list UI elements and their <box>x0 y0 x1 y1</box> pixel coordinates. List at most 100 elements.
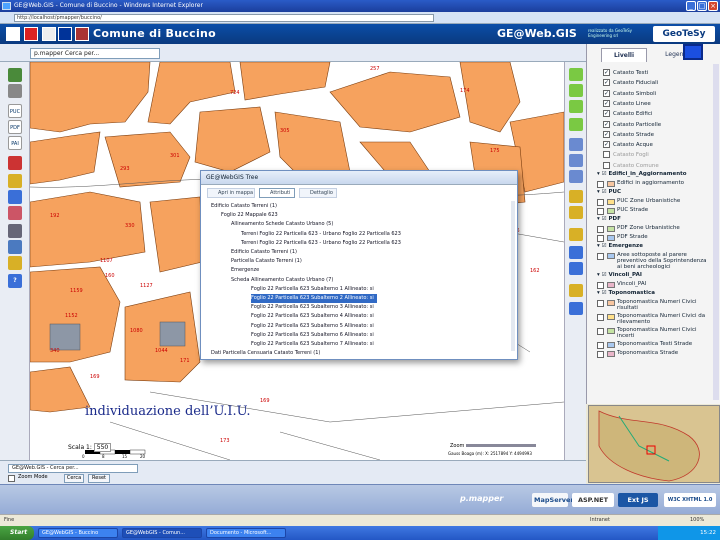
cerca-button[interactable]: Cerca <box>64 474 84 483</box>
open-in-map-button[interactable]: Apri in mappa <box>207 188 255 198</box>
taskbar-item[interactable]: GE@WebGIS - Buccino <box>38 528 118 538</box>
search-icon[interactable] <box>8 256 22 270</box>
layer-item[interactable]: ✓ Catasto Testi <box>603 68 648 78</box>
pan-icon[interactable] <box>569 170 583 183</box>
dialog-scrollbar[interactable] <box>511 201 515 351</box>
pai-icon[interactable]: PAI <box>8 136 22 150</box>
table-icon[interactable] <box>8 224 22 238</box>
tree-node[interactable]: Foglio 22 Particella 623 Subalterno 2 Al… <box>251 294 377 303</box>
tree-node[interactable]: Emergenze <box>231 266 259 275</box>
overview-map[interactable] <box>588 405 720 483</box>
reset-button[interactable]: Reset <box>88 474 110 483</box>
edit-icon[interactable] <box>569 302 583 315</box>
layer-item[interactable]: ✓ Catasto Acque <box>603 140 653 150</box>
draw-icon[interactable] <box>8 206 22 220</box>
minimize-icon[interactable]: _ <box>686 1 696 11</box>
tree-node[interactable]: Foglio 22 Particella 623 Subalterno 7 Al… <box>251 340 374 349</box>
layer-item[interactable]: PUC Strade <box>597 207 707 217</box>
tree-node[interactable]: Dati Particella Censuaria Catasto Terren… <box>211 349 320 358</box>
layer-item[interactable]: Toponomastica Numeri Civici risultati <box>597 299 707 311</box>
tree-node[interactable]: Foglio 22 Particella 623 Subalterno 3 Al… <box>251 303 374 312</box>
search-select[interactable]: GE@Web.GIS - Cerca per... <box>8 464 138 473</box>
tab-livelli[interactable]: Livelli <box>601 48 647 62</box>
area-icon[interactable] <box>569 262 583 275</box>
tree-node[interactable]: Edificio Catasto Terreni (1) <box>231 248 297 257</box>
scale-input[interactable]: 550 <box>93 443 112 452</box>
layer-checkbox[interactable] <box>597 199 604 206</box>
attributes-button[interactable]: Attributi <box>259 188 295 198</box>
panel-scrollbar[interactable] <box>713 64 719 400</box>
mapper-search-select[interactable]: p.mapper Cerca per... <box>30 48 160 59</box>
layer-checkbox[interactable] <box>597 282 604 289</box>
layer-checkbox[interactable] <box>597 328 604 335</box>
zoom-mode-checkbox[interactable] <box>8 475 15 482</box>
layer-item[interactable]: ✓ Catasto Linee <box>603 99 651 109</box>
tree-node[interactable]: Foglio 22 Particella 623 Subalterno 1 Al… <box>251 285 374 294</box>
home-icon[interactable] <box>6 27 20 41</box>
layer-checkbox[interactable] <box>597 342 604 349</box>
layer-group-header[interactable]: ▾ ☑ PUC <box>597 189 621 195</box>
info-icon[interactable] <box>569 206 583 219</box>
layer-item[interactable]: ✓ Catasto Edifici <box>603 109 652 119</box>
layer-checkbox[interactable]: ✓ <box>603 110 610 118</box>
layer-checkbox[interactable] <box>597 253 604 260</box>
layer-checkbox[interactable] <box>597 235 604 242</box>
taskbar-item[interactable]: Documento - Microsoft... <box>206 528 286 538</box>
layer-checkbox[interactable] <box>597 226 604 233</box>
arrow-up-icon[interactable] <box>569 100 583 113</box>
layers-icon[interactable] <box>8 68 22 82</box>
layer-group-header[interactable]: ▾ ☑ Edifici_in_Aggiornamento <box>597 171 687 177</box>
select-icon[interactable] <box>8 190 22 204</box>
tree-node[interactable]: Foglio 22 Particella 623 Subalterno 4 Al… <box>251 312 374 321</box>
layer-checkbox[interactable]: ✓ <box>603 79 610 87</box>
status-zoom[interactable]: 100% <box>690 515 704 526</box>
puc-icon[interactable]: PUC <box>8 104 22 118</box>
layer-checkbox[interactable] <box>597 300 604 307</box>
zoom-full-icon[interactable] <box>569 118 583 131</box>
tree-node[interactable]: Terreni Foglio 22 Particella 623 - Urban… <box>241 239 401 248</box>
layer-item[interactable]: Toponomastica Numeri Civici da rilevamen… <box>597 313 707 325</box>
identify-icon[interactable] <box>569 190 583 203</box>
refresh-icon[interactable] <box>569 284 583 297</box>
layer-item[interactable]: Edifici in aggiornamento <box>597 180 707 190</box>
tree-node[interactable]: Foglio 22 Particella 623 Subalterno 6 Al… <box>251 331 374 340</box>
zoom-slider[interactable]: Zoom <box>450 443 537 449</box>
layer-checkbox[interactable] <box>603 151 610 159</box>
layer-checkbox[interactable] <box>597 181 604 188</box>
arrow-right-icon[interactable] <box>569 84 583 97</box>
tree-node[interactable]: Edificio Catasto Terreni (1) <box>211 202 277 211</box>
layer-checkbox[interactable]: ✓ <box>603 130 610 138</box>
tree-node[interactable]: Foglio 22 Mappale 623 <box>221 211 278 220</box>
distance-icon[interactable] <box>569 246 583 259</box>
tree-node[interactable]: Foglio 22 Particella 623 Subalterno 5 Al… <box>251 322 374 331</box>
help-icon[interactable]: ? <box>8 274 22 288</box>
layer-item[interactable]: ✓ Catasto Particelle <box>603 120 661 130</box>
layer-checkbox[interactable] <box>597 314 604 321</box>
layer-item[interactable]: Toponomastica Numeri Civici incerti <box>597 327 707 339</box>
layer-item[interactable]: Toponomastica Strade <box>597 350 707 360</box>
tree-node[interactable]: Terreni Foglio 22 Particella 623 - Urban… <box>241 230 401 239</box>
layer-checkbox[interactable]: ✓ <box>603 99 610 107</box>
close-icon[interactable]: × <box>708 1 718 11</box>
layer-checkbox[interactable] <box>597 351 604 358</box>
maximize-icon[interactable]: □ <box>697 1 707 11</box>
detail-button[interactable]: Dettaglio <box>299 188 337 198</box>
layer-group-header[interactable]: ▾ ☑ Vincoli_PAI <box>597 272 642 278</box>
arrow-left-icon[interactable] <box>569 68 583 81</box>
layer-item[interactable]: ✓ Catasto Simboli <box>603 89 656 99</box>
layer-checkbox[interactable]: ✓ <box>603 141 610 149</box>
tree-node[interactable]: Scheda Allineamento Catasto Urbano (7) <box>231 276 333 285</box>
pdf-icon[interactable]: PDF <box>8 120 22 134</box>
measure-icon[interactable] <box>8 174 22 188</box>
layer-group-header[interactable]: ▾ ☑ PDF <box>597 216 621 222</box>
select-area-icon[interactable] <box>569 228 583 241</box>
bookmark-icon[interactable] <box>8 156 22 170</box>
layer-item[interactable]: Aree sottoposte al parere preventivo del… <box>597 252 707 270</box>
play-icon[interactable] <box>683 44 703 60</box>
layer-item[interactable]: ✓ Catasto Strade <box>603 130 654 140</box>
layer-item[interactable]: ✓ Catasto Fiduciali <box>603 78 658 88</box>
taskbar-item-active[interactable]: GE@WebGIS - Comun... <box>122 528 202 538</box>
layer-checkbox[interactable] <box>597 208 604 215</box>
print-icon[interactable] <box>8 84 22 98</box>
layer-item[interactable]: Catasto Comune <box>603 161 659 171</box>
